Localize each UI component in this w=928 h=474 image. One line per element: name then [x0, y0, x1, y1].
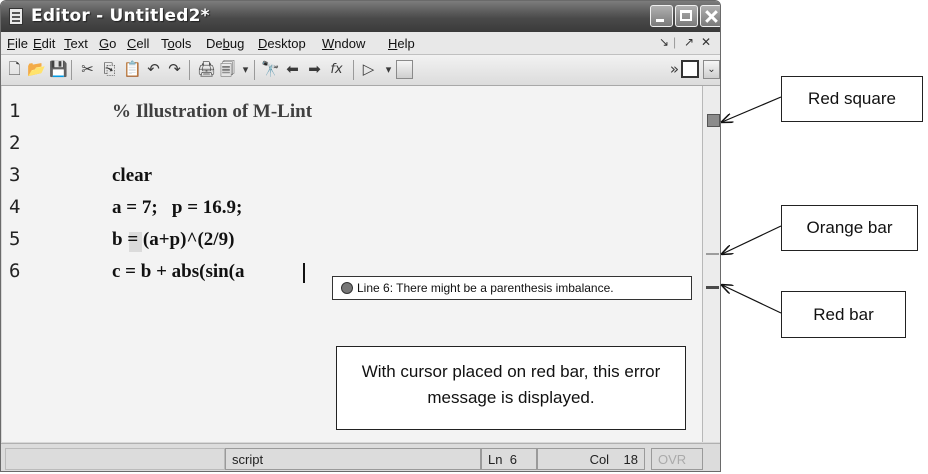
callout-arrows [0, 96, 782, 314]
